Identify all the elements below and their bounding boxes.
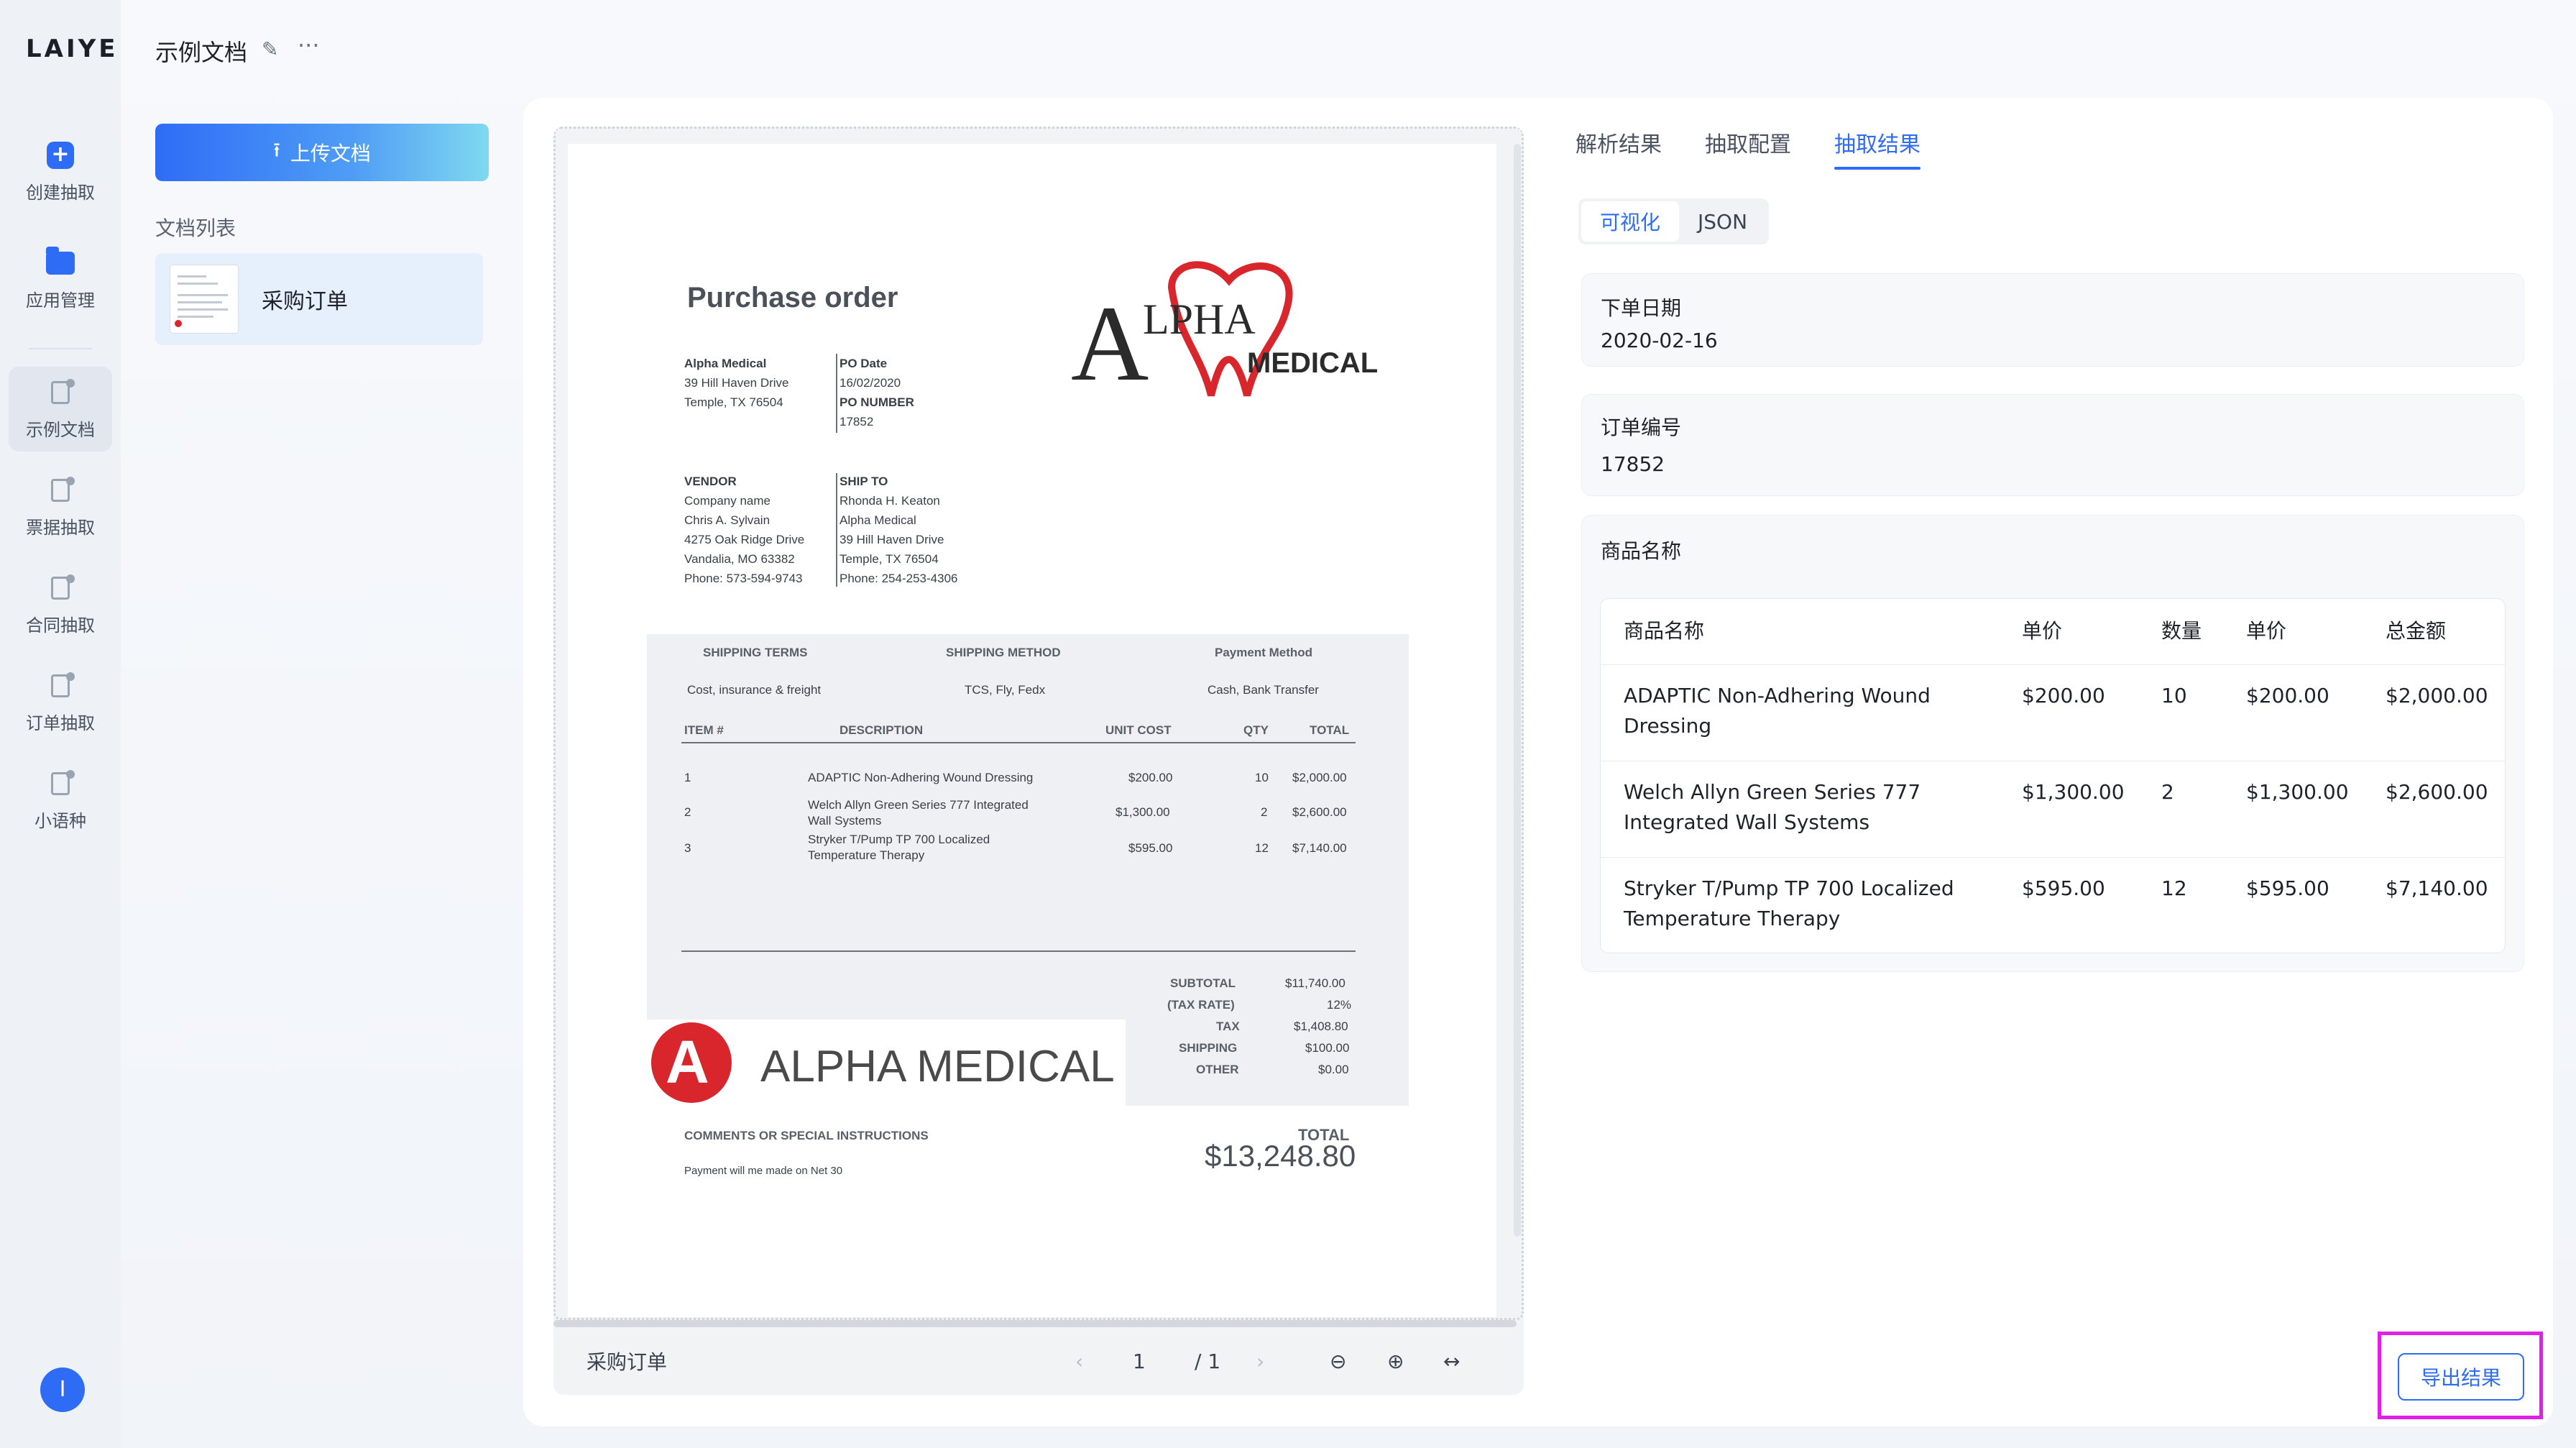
items-table: 商品名称 单价 数量 单价 总金额 ADAPTIC Non-Adhering W… (1600, 598, 2506, 953)
table-row: Welch Allyn Green Series 777 Integrated … (1601, 761, 2505, 858)
doc-name: 采购订单 (262, 289, 348, 314)
user-avatar[interactable]: I (40, 1367, 85, 1412)
svg-text:ALPHA MEDICAL: ALPHA MEDICAL (760, 1042, 1115, 1091)
rail-item-invoice[interactable]: 票据抽取 (9, 464, 112, 549)
doc-edit-icon (51, 769, 75, 795)
plus-icon: + (47, 141, 74, 169)
rail-item-order[interactable]: 订单抽取 (9, 660, 112, 745)
alpha-medical-logo: A LPHA MEDICAL (1071, 261, 1378, 403)
po-info: PO Date 16/02/2020 PO NUMBER 17852 (840, 357, 914, 429)
doc-list-item[interactable]: 采购订单 (155, 253, 483, 345)
vertical-scrollbar[interactable] (1514, 144, 1521, 1237)
more-icon[interactable]: ··· (298, 32, 320, 59)
page-title: 示例文档 (155, 39, 248, 66)
rail-item-contract[interactable]: 合同抽取 (9, 562, 112, 647)
table-row: Stryker T/Pump TP 700 Localized Temperat… (1624, 876, 2488, 930)
payment-method-label: Payment Method (1215, 646, 1313, 659)
grand-total: $13,248.80 (1205, 1139, 1356, 1173)
alpha-medical-wordmark: A ALPHA MEDICAL (645, 1019, 1126, 1106)
viewer-toolbar: 采购订单 ‹ 1 / 1 › ⊖ ⊕ ↔ (553, 1327, 1524, 1395)
doc-thumbnail (170, 265, 239, 334)
view-visual-button[interactable]: 可视化 (1581, 201, 1680, 242)
col-total: TOTAL (1310, 723, 1350, 737)
rail-divider (29, 348, 92, 349)
field-order-date: 下单日期 2020-02-16 (1581, 273, 2524, 367)
col-item: ITEM # (684, 723, 724, 737)
tab-parse-result[interactable]: 解析结果 (1576, 127, 1662, 170)
table-header: 商品名称 单价 数量 单价 总金额 (1601, 599, 2505, 665)
rail-item-label: 合同抽取 (26, 615, 95, 636)
doc-list-label: 文档列表 (155, 216, 236, 240)
horizontal-scrollbar[interactable] (553, 1320, 1517, 1327)
po-title: Purchase order (687, 282, 898, 313)
tab-extract-result[interactable]: 抽取结果 (1834, 127, 1920, 170)
logo-sub-text: MEDICAL (1247, 347, 1378, 379)
result-tabs: 解析结果 抽取配置 抽取结果 (1576, 127, 1920, 170)
vendor-block: VENDOR Company name Chris A. Sylvain 427… (684, 475, 805, 585)
page-input[interactable]: 1 (1133, 1350, 1146, 1373)
page-total: / 1 (1195, 1349, 1221, 1373)
rail-item-label: 示例文档 (26, 419, 95, 440)
table-row: ADAPTIC Non-Adhering Wound Dressing $200… (1601, 665, 2505, 761)
rail-item-minor-lang[interactable]: 小语种 (9, 758, 112, 843)
viewer-doc-name: 采购订单 (586, 1350, 668, 1374)
shipping-method-label: SHIPPING METHOD (946, 646, 1061, 659)
rail-item-label: 小语种 (34, 810, 86, 831)
comments-text: Payment will me made on Net 30 (684, 1165, 843, 1177)
ship-to-block: SHIP TO Rhonda H. Keaton Alpha Medical 3… (840, 475, 958, 585)
logo-letter: A (1071, 284, 1149, 403)
col-description: DESCRIPTION (840, 723, 924, 737)
col-qty: QTY (1243, 723, 1269, 737)
field-order-number: 订单编号 17852 (1581, 394, 2524, 496)
rail-item-examples[interactable]: 示例文档 (9, 367, 112, 452)
doc-edit-icon (51, 672, 75, 697)
laiye-logo: LAIYE (26, 35, 119, 63)
shipping-terms: Cost, insurance & freight (687, 683, 822, 697)
comments-label: COMMENTS OR SPECIAL INSTRUCTIONS (684, 1129, 929, 1142)
col-unit-cost: UNIT COST (1105, 723, 1172, 737)
view-json-button[interactable]: JSON (1679, 201, 1766, 242)
rail-item-create[interactable]: + 创建抽取 (9, 129, 112, 214)
doc-edit-icon (51, 378, 75, 404)
upload-icon: ⭱ (273, 138, 280, 162)
prev-page-button[interactable]: ‹ (1075, 1350, 1083, 1373)
doc-edit-icon (51, 574, 75, 600)
doc-edit-icon (51, 476, 75, 502)
rail-item-label: 订单抽取 (26, 712, 95, 733)
fit-width-icon[interactable]: ↔ (1443, 1350, 1460, 1373)
view-toggle: 可视化 JSON (1578, 198, 1770, 244)
svg-text:A: A (666, 1028, 709, 1096)
shipping-terms-label: SHIPPING TERMS (703, 646, 808, 659)
rail-item-apps[interactable]: 应用管理 (9, 237, 112, 322)
left-rail: LAIYE + 创建抽取 应用管理 示例文档 票据抽取 合同抽取 订单抽取 小语… (0, 0, 121, 1448)
next-page-button[interactable]: › (1256, 1350, 1264, 1373)
app-window: LAIYE + 创建抽取 应用管理 示例文档 票据抽取 合同抽取 订单抽取 小语… (0, 0, 2576, 1448)
export-button[interactable]: 导出结果 (2398, 1353, 2524, 1401)
from-address: Alpha Medical 39 Hill Haven Drive Temple… (684, 357, 789, 409)
upload-button[interactable]: ⭱ 上传文档 (155, 124, 489, 181)
rail-item-label: 票据抽取 (26, 517, 95, 538)
shipping-method: TCS, Fly, Fedx (965, 683, 1046, 697)
tab-extract-config[interactable]: 抽取配置 (1705, 127, 1791, 170)
folder-icon (46, 246, 75, 275)
zoom-out-icon[interactable]: ⊖ (1330, 1350, 1346, 1373)
zoom-in-icon[interactable]: ⊕ (1387, 1350, 1404, 1373)
upload-label: 上传文档 (290, 142, 371, 165)
rail-item-label: 创建抽取 (26, 182, 95, 203)
rail-item-label: 应用管理 (26, 290, 95, 311)
pencil-icon[interactable]: ✎ (262, 37, 278, 61)
logo-top-text: LPHA (1143, 295, 1256, 343)
payment-method: Cash, Bank Transfer (1208, 683, 1319, 697)
